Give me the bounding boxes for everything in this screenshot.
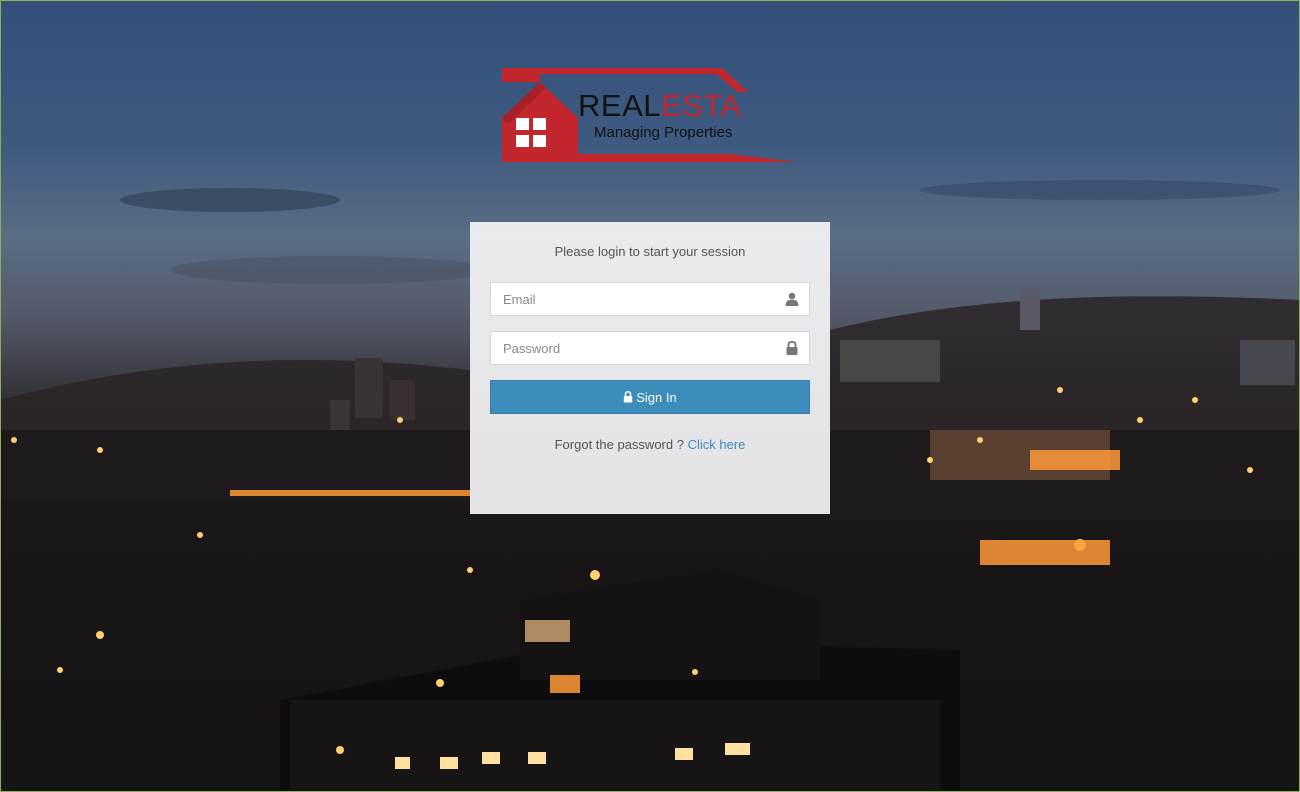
user-icon: [785, 292, 799, 306]
email-input[interactable]: [491, 283, 809, 315]
login-message: Please login to start your session: [554, 244, 746, 259]
sign-in-label: Sign In: [636, 389, 677, 405]
forgot-password-text: Forgot the password ? Click here: [470, 437, 830, 452]
sign-in-button[interactable]: Sign In: [490, 380, 810, 414]
forgot-password-label: Forgot the password ?: [554, 437, 688, 452]
brand-name-part1: REAL: [578, 88, 661, 123]
brand-tagline: Managing Properties: [594, 124, 733, 141]
brand-name: REALESTA: [578, 88, 742, 124]
login-box: Please login to start your session Sign …: [470, 222, 830, 514]
password-input[interactable]: [491, 332, 809, 364]
realesta-logo: REALESTA Managing Properties: [500, 66, 800, 166]
email-field: [490, 282, 810, 316]
brand-name-part2: ESTA: [660, 88, 742, 123]
password-field: [490, 331, 810, 365]
lock-icon: [624, 391, 633, 403]
forgot-password-link[interactable]: Click here: [688, 437, 746, 452]
lock-icon: [786, 341, 798, 355]
